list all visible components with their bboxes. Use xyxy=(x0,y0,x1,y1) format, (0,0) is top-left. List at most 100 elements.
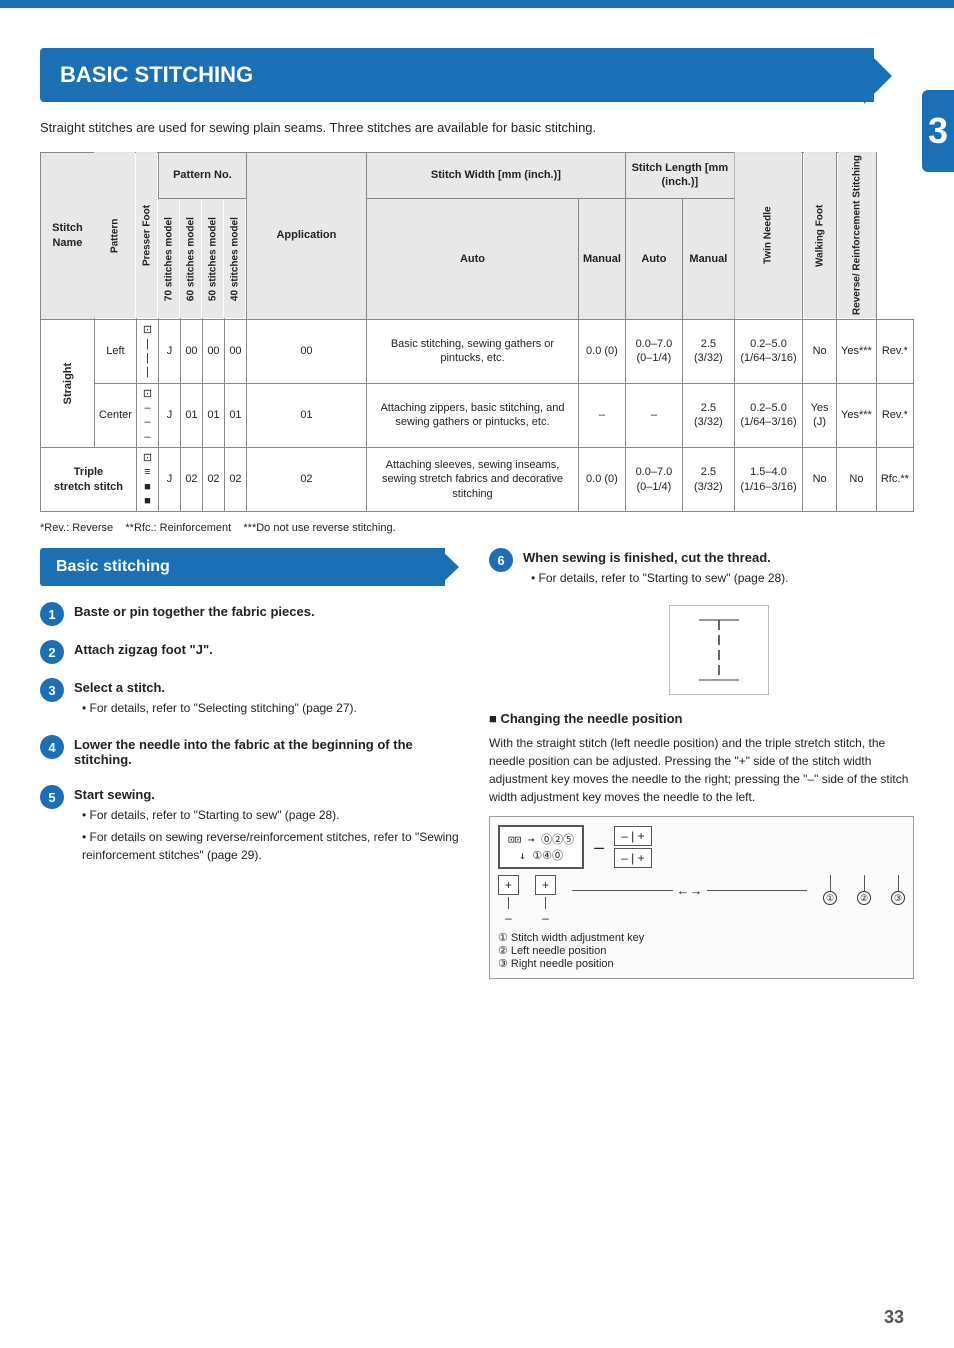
col-70s: 70 stitches model xyxy=(158,199,180,319)
col-twin-needle: Twin Needle xyxy=(734,152,802,319)
minus-mid: – xyxy=(542,911,549,925)
stitch-name-left: Left xyxy=(94,319,136,383)
step-content-1: Baste or pin together the fabric pieces. xyxy=(74,602,465,623)
diag-item-1: ① xyxy=(823,875,837,905)
needle-heading: ■ Changing the needle position xyxy=(489,711,914,726)
col-stitch-width: Stitch Width [mm (inch.)] xyxy=(366,152,625,199)
pm-box-main: – | + xyxy=(614,826,651,846)
step-4: 4 Lower the needle into the fabric at th… xyxy=(40,735,465,771)
step-sub-6: For details, refer to "Starting to sew" … xyxy=(531,569,914,587)
col-sl-manual: Manual xyxy=(682,199,734,319)
rev-center: Rev.* xyxy=(876,383,913,447)
p50-left: 00 xyxy=(224,319,246,383)
p40-triple: 02 xyxy=(246,447,366,511)
section-heading: Basic stitching xyxy=(40,548,445,586)
step-title-4: Lower the needle into the fabric at the … xyxy=(74,737,465,767)
step-content-3: Select a stitch. For details, refer to "… xyxy=(74,678,465,721)
top-bar xyxy=(0,0,954,8)
col-reverse: Reverse/ Reinforcement Stitching xyxy=(837,152,877,319)
right-col: 6 When sewing is finished, cut the threa… xyxy=(489,548,914,979)
step-bullet-5-1: For details on sewing reverse/reinforcem… xyxy=(82,828,465,864)
step-content-4: Lower the needle into the fabric at the … xyxy=(74,735,465,771)
stitch-name-center: Center xyxy=(94,383,136,447)
walk-left: Yes*** xyxy=(837,319,877,383)
pm-control-main: – | + – | + xyxy=(614,826,651,868)
col-sw-auto: Auto xyxy=(366,199,578,319)
presser-foot-triple: J xyxy=(158,447,180,511)
step-title-5: Start sewing. xyxy=(74,787,465,802)
step-content-5: Start sewing. For details, refer to "Sta… xyxy=(74,785,465,868)
pattern-icon-triple: ⊡≡■■ xyxy=(136,447,158,511)
sl-manual-triple: 1.5–4.0 (1/16–3/16) xyxy=(734,447,802,511)
group-straight: Straight xyxy=(41,319,95,447)
diag-col-left: + – xyxy=(498,875,519,925)
rev-left: Rev.* xyxy=(876,319,913,383)
two-col-section: Basic stitching 1 Baste or pin together … xyxy=(40,548,914,979)
footnote-rfc: **Rfc.: Reinforcement xyxy=(125,522,231,534)
step-num-5: 5 xyxy=(40,785,64,809)
p70-left: 00 xyxy=(180,319,202,383)
step-title-3: Select a stitch. xyxy=(74,680,465,695)
pm-col-left-box: + xyxy=(498,875,519,895)
footnote-noreverse: ***Do not use reverse stitching. xyxy=(243,522,395,534)
needle-position-section: ■ Changing the needle position With the … xyxy=(489,711,914,979)
stitch-table: Stitch Name Pattern Presser Foot Pattern… xyxy=(40,152,914,513)
walk-center: Yes*** xyxy=(837,383,877,447)
sw-manual-center: – xyxy=(625,383,682,447)
thread-image xyxy=(669,605,769,695)
table-row: Center ⊡––– J 01 01 01 01 Attaching zipp… xyxy=(41,383,914,447)
p50-triple: 02 xyxy=(224,447,246,511)
step-num-3: 3 xyxy=(40,678,64,702)
col-pattern: Pattern xyxy=(94,152,136,319)
pattern-icon-center: ⊡––– xyxy=(136,383,158,447)
sl-manual-left: 0.2–5.0 (1/64–3/16) xyxy=(734,319,802,383)
walk-triple: No xyxy=(837,447,877,511)
step-num-4: 4 xyxy=(40,735,64,759)
pm-col-mid-box: + xyxy=(535,875,556,895)
step-bullet-6-0: For details, refer to "Starting to sew" … xyxy=(531,569,914,587)
sl-auto-triple: 2.5 (3/32) xyxy=(682,447,734,511)
sw-auto-left: 0.0 (0) xyxy=(579,319,626,383)
step-1: 1 Baste or pin together the fabric piece… xyxy=(40,602,465,626)
p70-center: 01 xyxy=(180,383,202,447)
arrow-line: ←→ xyxy=(572,875,807,898)
thread-image-container xyxy=(523,605,914,695)
diag-item-3: ③ xyxy=(891,875,905,905)
step-6: 6 When sewing is finished, cut the threa… xyxy=(489,548,914,591)
page: 3 BASIC STITCHING Straight stitches are … xyxy=(0,0,954,1348)
twin-left: No xyxy=(803,319,837,383)
pm-box-sub: – | + xyxy=(614,848,651,868)
step-num-6: 6 xyxy=(489,548,513,572)
diag-col-mid: + – xyxy=(535,875,556,925)
step-num-1: 1 xyxy=(40,602,64,626)
page-title: BASIC STITCHING xyxy=(60,62,253,88)
app-left: Basic stitching, sewing gathers or pintu… xyxy=(366,319,578,383)
sl-auto-center: 2.5 (3/32) xyxy=(682,383,734,447)
sw-auto-triple: 0.0 (0) xyxy=(579,447,626,511)
col-walking-foot: Walking Foot xyxy=(803,152,837,319)
p60-left: 00 xyxy=(202,319,224,383)
lcd-display: ⊡⊡ → ⓪②⑤ ↓ ①④⓪ xyxy=(498,825,584,869)
step-sub-3: For details, refer to "Selecting stitchi… xyxy=(82,699,465,717)
col-application: Application xyxy=(246,152,366,319)
diag-item-2: ② xyxy=(857,875,871,905)
col-stitch-name: Stitch Name xyxy=(41,152,95,319)
table-row: Triplestretch stitch ⊡≡■■ J 02 02 02 02 … xyxy=(41,447,914,511)
left-col: Basic stitching 1 Baste or pin together … xyxy=(40,548,465,882)
vert-line-mid xyxy=(545,897,546,909)
app-triple: Attaching sleeves, sewing inseams, sewin… xyxy=(366,447,578,511)
sw-auto-center: – xyxy=(579,383,626,447)
intro-text: Straight stitches are used for sewing pl… xyxy=(40,118,914,138)
section-title: Basic stitching xyxy=(56,558,170,576)
p60-center: 01 xyxy=(202,383,224,447)
app-center: Attaching zippers, basic stitching, and … xyxy=(366,383,578,447)
chapter-tab: 3 xyxy=(922,90,954,172)
col-50s: 50 stitches model xyxy=(202,199,224,319)
p70-triple: 02 xyxy=(180,447,202,511)
step-5: 5 Start sewing. For details, refer to "S… xyxy=(40,785,465,868)
table-row: Straight Left ⊡||| J 00 00 00 00 Basic s… xyxy=(41,319,914,383)
diag-sub-row: + – + – ←→ xyxy=(498,875,905,925)
col-40s: 40 stitches model xyxy=(224,199,246,319)
p40-left: 00 xyxy=(246,319,366,383)
chapter-number: 3 xyxy=(928,110,948,151)
